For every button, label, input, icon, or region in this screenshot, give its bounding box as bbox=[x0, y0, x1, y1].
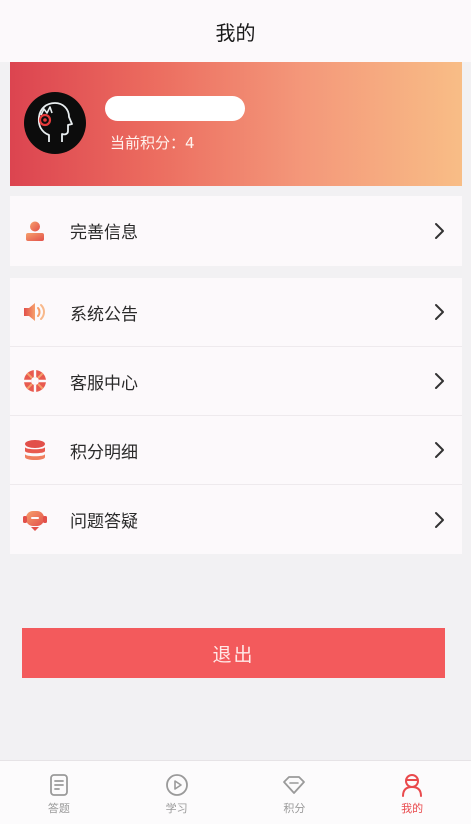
play-icon bbox=[165, 774, 188, 796]
menu-item-faq[interactable]: 问题答疑 bbox=[10, 485, 462, 554]
support-icon bbox=[22, 368, 48, 394]
tab-points[interactable]: 积分 bbox=[236, 761, 354, 824]
diamond-icon bbox=[283, 776, 306, 794]
chevron-right-icon bbox=[435, 222, 444, 239]
tab-mine[interactable]: 我的 bbox=[353, 761, 471, 824]
tab-label: 答题 bbox=[47, 802, 70, 815]
avatar[interactable] bbox=[24, 92, 86, 154]
menu-item-label: 问题答疑 bbox=[70, 512, 138, 532]
person-icon bbox=[402, 774, 423, 797]
document-icon bbox=[49, 774, 68, 796]
tab-study[interactable]: 学习 bbox=[118, 761, 236, 824]
speaker-icon bbox=[22, 299, 48, 325]
app: 我的 当前积分：4 完善信息 系统公告 客服中心 积分明细 问题答疑 退出 答题… bbox=[0, 0, 471, 824]
head-silhouette-icon bbox=[37, 102, 73, 142]
menu-item-complete-info[interactable]: 完善信息 bbox=[10, 196, 462, 265]
profile-banner: 当前积分：4 bbox=[10, 62, 462, 186]
chevron-right-icon bbox=[435, 373, 444, 389]
menu-item-customer-service[interactable]: 客服中心 bbox=[10, 347, 462, 416]
username-placeholder bbox=[105, 96, 245, 121]
chevron-right-icon bbox=[435, 442, 444, 458]
tab-quiz[interactable]: 答题 bbox=[0, 761, 118, 824]
menu-item-points-detail[interactable]: 积分明细 bbox=[10, 416, 462, 485]
points-text: 当前积分：4 bbox=[110, 134, 195, 152]
menu-item-label: 积分明细 bbox=[70, 442, 138, 463]
logout-button[interactable]: 退出 bbox=[22, 628, 445, 678]
menu-item-announcements[interactable]: 系统公告 bbox=[10, 278, 462, 347]
user-icon bbox=[22, 218, 48, 244]
tab-label: 我的 bbox=[401, 802, 424, 815]
menu-item-label: 完善信息 bbox=[70, 223, 138, 243]
coins-icon bbox=[22, 437, 48, 463]
header: 我的 bbox=[0, 0, 471, 62]
menu-item-label: 客服中心 bbox=[70, 373, 138, 394]
bottom-tab-bar: 答题 学习 积分 我的 bbox=[0, 760, 471, 824]
chevron-right-icon bbox=[435, 511, 444, 528]
tab-label: 学习 bbox=[165, 802, 188, 815]
chevron-right-icon bbox=[435, 304, 444, 320]
headset-icon bbox=[22, 507, 48, 533]
menu-group-profile: 完善信息 bbox=[10, 196, 462, 266]
menu-group-main: 系统公告 客服中心 积分明细 问题答疑 bbox=[10, 278, 462, 554]
tab-label: 积分 bbox=[283, 802, 306, 815]
page-title: 我的 bbox=[215, 20, 256, 45]
menu-item-label: 系统公告 bbox=[70, 304, 138, 325]
